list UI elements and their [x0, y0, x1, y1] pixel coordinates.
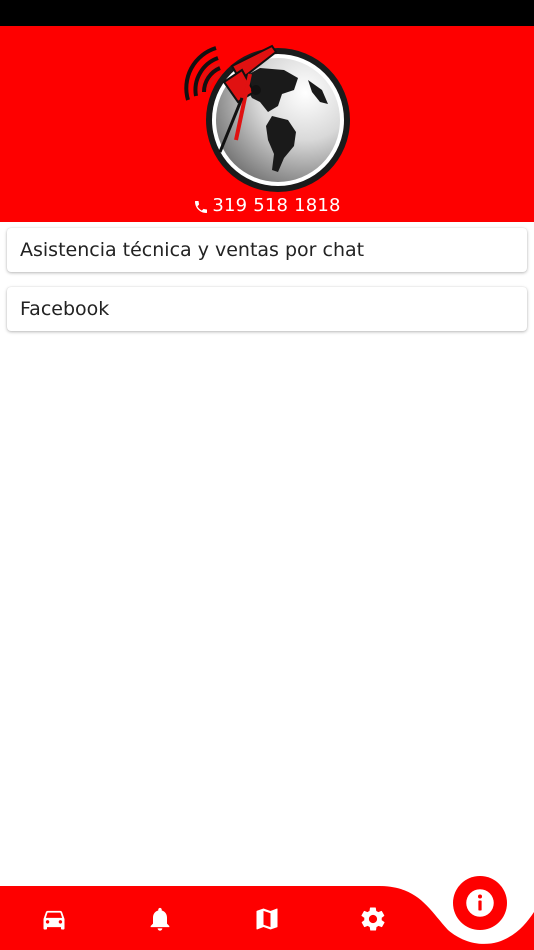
- header: 319 518 1818: [0, 26, 534, 222]
- facebook-item[interactable]: Facebook: [7, 287, 527, 331]
- car-icon: [43, 910, 65, 930]
- gear-icon: [361, 907, 385, 931]
- vehicles-button[interactable]: [36, 902, 72, 936]
- phone-icon: [195, 201, 208, 213]
- settings-button[interactable]: [355, 902, 391, 936]
- phone-number: 319 518 1818: [212, 194, 341, 216]
- bell-icon: [150, 907, 170, 931]
- chat-support-item[interactable]: Asistencia técnica y ventas por chat: [7, 228, 527, 272]
- map-button[interactable]: [249, 902, 285, 936]
- globe-logo: [184, 44, 350, 192]
- info-fab-button[interactable]: [453, 876, 507, 930]
- bottom-navigation: [0, 850, 534, 950]
- facebook-label: Facebook: [20, 298, 110, 320]
- map-icon: [256, 908, 278, 930]
- chat-support-label: Asistencia técnica y ventas por chat: [20, 239, 365, 261]
- info-icon: [466, 889, 494, 917]
- notifications-button[interactable]: [142, 902, 178, 936]
- status-bar: [0, 0, 534, 26]
- phone-contact[interactable]: 319 518 1818: [0, 192, 534, 218]
